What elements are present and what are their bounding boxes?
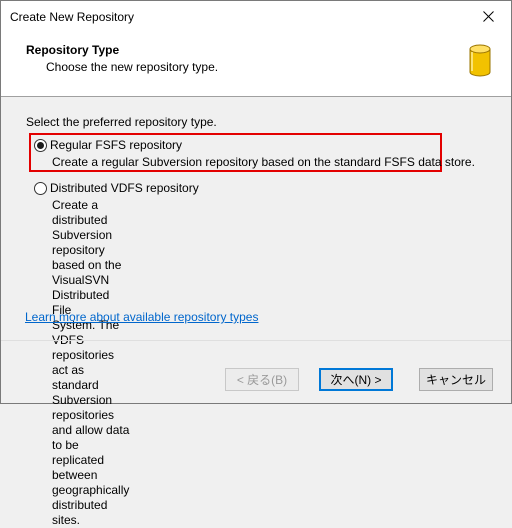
footer-divider: [1, 340, 511, 341]
page-subtitle: Choose the new repository type.: [46, 60, 219, 74]
vdfs-description-line: Create a distributed Subversion reposito…: [52, 198, 122, 317]
back-button[interactable]: < 戻る(B): [225, 368, 299, 391]
fsfs-description: Create a regular Subversion repository b…: [52, 155, 475, 169]
vdfs-description-line: System. The VDFS repositories act as sta…: [52, 318, 130, 437]
vdfs-radio[interactable]: [34, 182, 47, 195]
learn-more-link[interactable]: Learn more about available repository ty…: [25, 310, 258, 324]
vdfs-description-line: to be replicated between geographically …: [52, 438, 130, 527]
dialog-window: Create New Repository Repository Type Ch…: [0, 0, 512, 527]
database-icon: [469, 44, 491, 77]
page-title: Repository Type: [26, 43, 120, 57]
fsfs-label[interactable]: Regular FSFS repository: [50, 138, 182, 152]
close-button[interactable]: [465, 1, 511, 32]
window-title: Create New Repository: [10, 10, 135, 24]
wizard-header: Repository Type Choose the new repositor…: [1, 32, 511, 97]
cancel-button[interactable]: キャンセル: [419, 368, 493, 391]
title-bar[interactable]: Create New Repository: [1, 1, 511, 32]
vdfs-description: Create a distributed Subversion reposito…: [52, 198, 129, 528]
vdfs-label[interactable]: Distributed VDFS repository: [50, 181, 199, 195]
next-button[interactable]: 次へ(N) >: [319, 368, 393, 391]
type-prompt: Select the preferred repository type.: [26, 115, 217, 129]
fsfs-radio[interactable]: [34, 139, 47, 152]
close-icon: [482, 11, 494, 22]
